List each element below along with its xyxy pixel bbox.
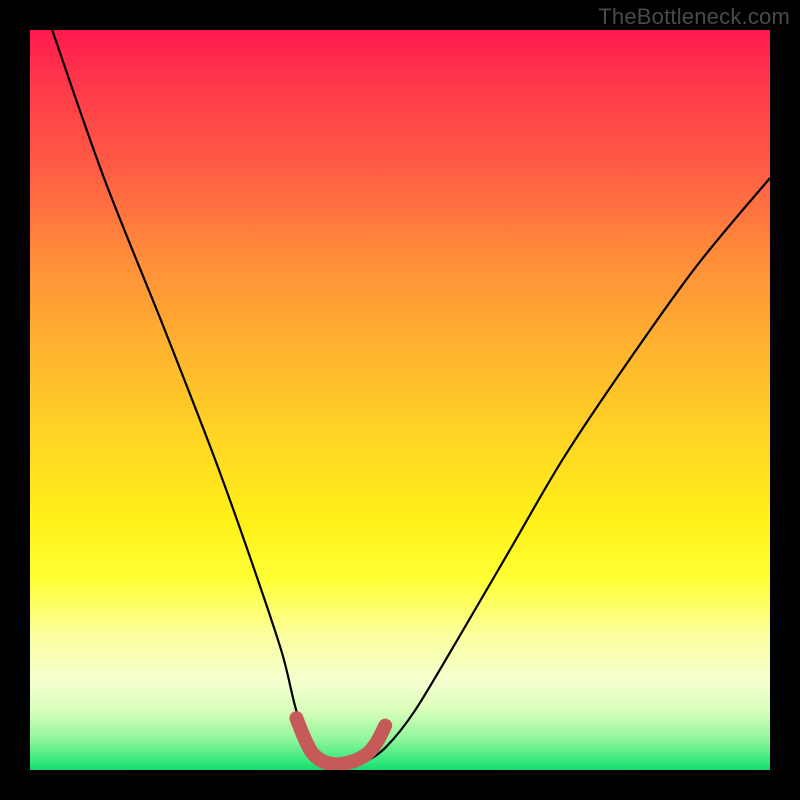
- watermark-text: TheBottleneck.com: [598, 4, 790, 30]
- chart-frame: TheBottleneck.com: [0, 0, 800, 800]
- heat-gradient-plot: [30, 30, 770, 770]
- bottleneck-curve: [52, 30, 770, 767]
- curve-layer: [30, 30, 770, 770]
- valley-marker: [296, 718, 385, 764]
